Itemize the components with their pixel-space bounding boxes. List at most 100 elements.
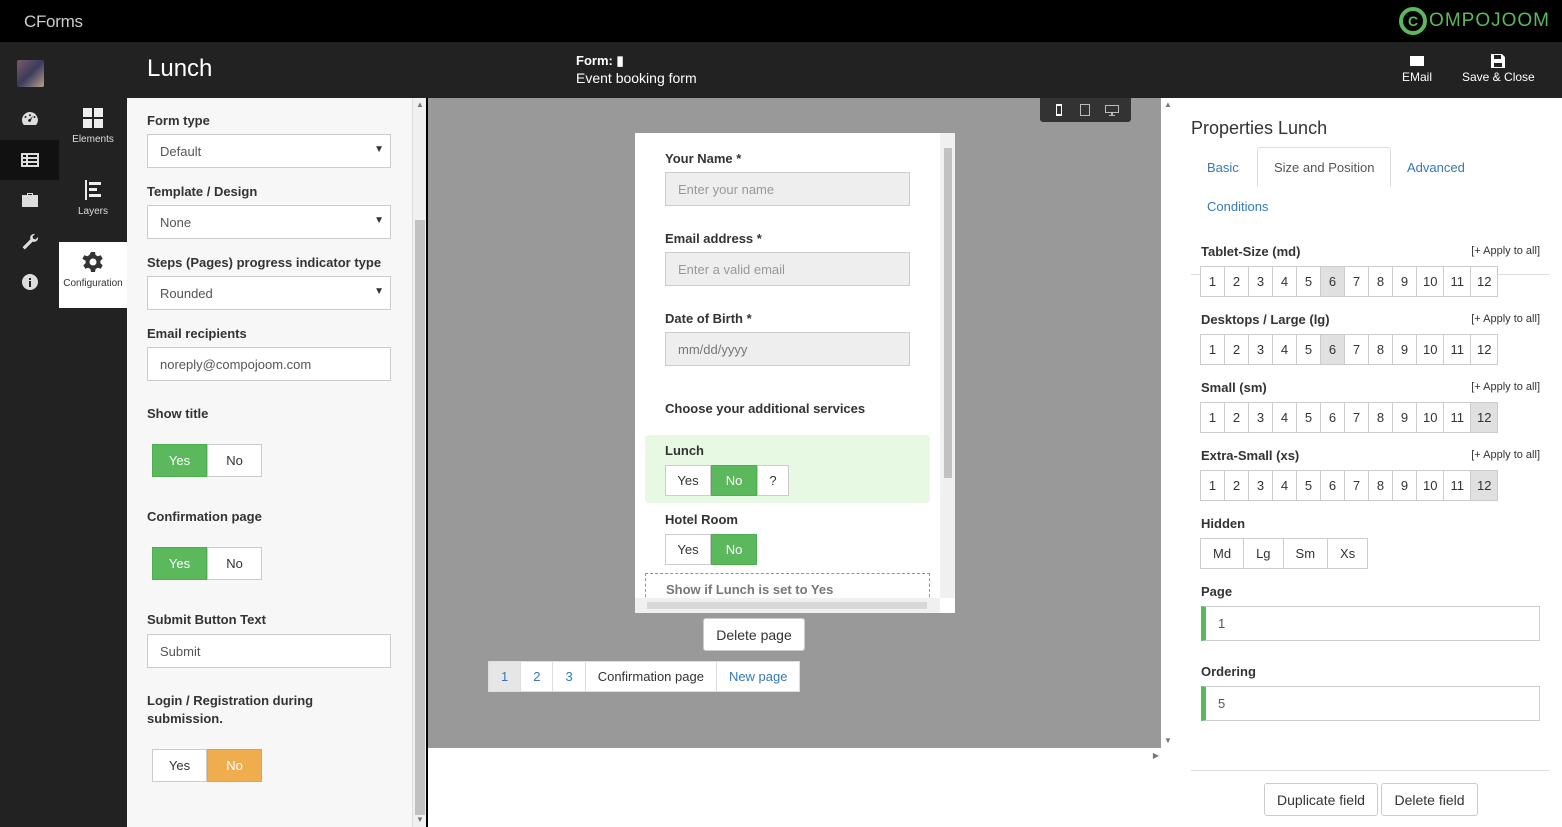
briefcase-icon[interactable] bbox=[0, 180, 59, 220]
column-size-option[interactable]: 6 bbox=[1320, 470, 1345, 501]
page-1-tab[interactable]: 1 bbox=[488, 661, 522, 692]
column-size-option[interactable]: 9 bbox=[1392, 470, 1417, 501]
tab-conditions[interactable]: Conditions bbox=[1191, 186, 1284, 226]
column-size-option[interactable]: 3 bbox=[1248, 402, 1273, 433]
desktop-icon[interactable] bbox=[1104, 103, 1119, 117]
column-size-option[interactable]: 8 bbox=[1368, 334, 1393, 365]
page-input[interactable]: 1 bbox=[1201, 606, 1540, 641]
delete-field-button[interactable]: Delete field bbox=[1381, 783, 1478, 816]
column-size-option[interactable]: 5 bbox=[1296, 470, 1321, 501]
column-size-option[interactable]: 10 bbox=[1416, 470, 1445, 501]
tab-advanced[interactable]: Advanced bbox=[1391, 147, 1481, 187]
column-size-option[interactable]: 1 bbox=[1200, 402, 1225, 433]
hotel-yes[interactable]: Yes bbox=[665, 534, 711, 565]
column-size-option[interactable]: 9 bbox=[1392, 402, 1417, 433]
column-size-option[interactable]: 4 bbox=[1272, 334, 1297, 365]
column-size-option[interactable]: 8 bbox=[1368, 402, 1393, 433]
hidden-xs[interactable]: Xs bbox=[1327, 538, 1369, 569]
apply-to-all-link[interactable]: [+ Apply to all] bbox=[1471, 245, 1540, 257]
column-size-option[interactable]: 4 bbox=[1272, 470, 1297, 501]
confirmation-no[interactable]: No bbox=[207, 547, 262, 580]
scroll-right-icon[interactable]: ▶ bbox=[1153, 751, 1159, 760]
new-page-tab[interactable]: New page bbox=[715, 661, 801, 692]
tab-layers[interactable]: Layers bbox=[59, 170, 127, 236]
column-size-option[interactable]: 10 bbox=[1416, 334, 1445, 365]
apply-to-all-link[interactable]: [+ Apply to all] bbox=[1471, 449, 1540, 461]
info-icon[interactable] bbox=[0, 262, 59, 302]
scroll-down-icon[interactable]: ▼ bbox=[416, 815, 424, 824]
hidden-lg[interactable]: Lg bbox=[1243, 538, 1284, 569]
hidden-md[interactable]: Md bbox=[1200, 538, 1245, 569]
duplicate-field-button[interactable]: Duplicate field bbox=[1264, 783, 1378, 816]
column-size-option[interactable]: 3 bbox=[1248, 334, 1273, 365]
preview-vscroll[interactable] bbox=[940, 133, 955, 598]
config-scroll-thumb[interactable] bbox=[415, 220, 425, 815]
column-size-option[interactable]: 7 bbox=[1344, 402, 1369, 433]
scroll-up-icon[interactable]: ▲ bbox=[416, 100, 424, 109]
column-size-option[interactable]: 1 bbox=[1200, 334, 1225, 365]
apply-to-all-link[interactable]: [+ Apply to all] bbox=[1471, 313, 1540, 325]
column-size-option[interactable]: 5 bbox=[1296, 334, 1321, 365]
steps-select[interactable]: Rounded ▼ bbox=[147, 276, 391, 310]
tab-basic[interactable]: Basic bbox=[1191, 147, 1255, 187]
tab-size-position[interactable]: Size and Position bbox=[1257, 147, 1392, 187]
dob-input[interactable]: mm/dd/yyyy bbox=[665, 332, 910, 366]
column-size-option[interactable]: 11 bbox=[1443, 402, 1471, 433]
lunch-yes[interactable]: Yes bbox=[665, 465, 711, 496]
column-size-option[interactable]: 12 bbox=[1469, 266, 1499, 297]
column-size-option[interactable]: 7 bbox=[1344, 334, 1369, 365]
column-size-option[interactable]: 11 bbox=[1443, 266, 1471, 297]
avatar[interactable] bbox=[17, 60, 44, 87]
email-input[interactable]: Enter a valid email bbox=[665, 252, 910, 286]
page-2-tab[interactable]: 2 bbox=[520, 661, 554, 692]
column-size-option[interactable]: 12 bbox=[1469, 334, 1499, 365]
ordering-input[interactable]: 5 bbox=[1201, 686, 1540, 721]
column-size-option[interactable]: 11 bbox=[1443, 334, 1471, 365]
column-size-option[interactable]: 10 bbox=[1416, 402, 1445, 433]
config-scrollbar[interactable]: ▲ ▼ bbox=[412, 98, 426, 827]
template-select[interactable]: None ▼ bbox=[147, 205, 391, 239]
column-size-option[interactable]: 4 bbox=[1272, 266, 1297, 297]
column-size-option[interactable]: 2 bbox=[1224, 266, 1249, 297]
dashboard-icon[interactable] bbox=[0, 99, 59, 139]
lunch-no[interactable]: No bbox=[711, 465, 757, 496]
column-size-option[interactable]: 8 bbox=[1368, 470, 1393, 501]
column-size-option[interactable]: 1 bbox=[1200, 266, 1225, 297]
confirmation-page-tab[interactable]: Confirmation page bbox=[584, 661, 717, 692]
column-size-option[interactable]: 12 bbox=[1469, 470, 1499, 501]
column-size-option[interactable]: 10 bbox=[1416, 266, 1445, 297]
page-3-tab[interactable]: 3 bbox=[552, 661, 586, 692]
column-size-option[interactable]: 2 bbox=[1224, 470, 1249, 501]
column-size-option[interactable]: 8 bbox=[1368, 266, 1393, 297]
apply-to-all-link[interactable]: [+ Apply to all] bbox=[1471, 381, 1540, 393]
confirmation-yes[interactable]: Yes bbox=[152, 547, 207, 580]
column-size-option[interactable]: 6 bbox=[1320, 402, 1345, 433]
show-title-no[interactable]: No bbox=[207, 444, 262, 477]
phone-icon[interactable] bbox=[1052, 103, 1066, 117]
column-size-option[interactable]: 5 bbox=[1296, 402, 1321, 433]
column-size-option[interactable]: 11 bbox=[1443, 470, 1471, 501]
delete-page-button[interactable]: Delete page bbox=[703, 618, 805, 651]
save-close-button[interactable]: Save & Close bbox=[1462, 54, 1535, 84]
column-size-option[interactable]: 6 bbox=[1320, 266, 1345, 297]
lunch-unknown[interactable]: ? bbox=[757, 465, 789, 496]
login-yes[interactable]: Yes bbox=[152, 749, 207, 782]
tab-elements[interactable]: Elements bbox=[59, 98, 127, 164]
column-size-option[interactable]: 9 bbox=[1392, 266, 1417, 297]
column-size-option[interactable]: 7 bbox=[1344, 470, 1369, 501]
login-no[interactable]: No bbox=[207, 749, 262, 782]
preview-hscroll[interactable] bbox=[635, 598, 940, 613]
form-type-select[interactable]: Default ▼ bbox=[147, 134, 391, 168]
forms-list-icon[interactable] bbox=[0, 140, 59, 180]
hidden-sm[interactable]: Sm bbox=[1282, 538, 1329, 569]
submit-text-input[interactable]: Submit bbox=[147, 634, 391, 668]
canvas-hscroll[interactable]: ▶ bbox=[428, 748, 1161, 762]
tablet-icon[interactable] bbox=[1078, 103, 1092, 117]
column-size-option[interactable]: 4 bbox=[1272, 402, 1297, 433]
column-size-option[interactable]: 1 bbox=[1200, 470, 1225, 501]
wrench-icon[interactable] bbox=[0, 222, 59, 262]
show-title-yes[interactable]: Yes bbox=[152, 444, 207, 477]
preview-vscroll-thumb[interactable] bbox=[944, 148, 952, 478]
app-brand[interactable]: CForms bbox=[24, 12, 83, 32]
email-button[interactable]: EMail bbox=[1402, 54, 1432, 84]
